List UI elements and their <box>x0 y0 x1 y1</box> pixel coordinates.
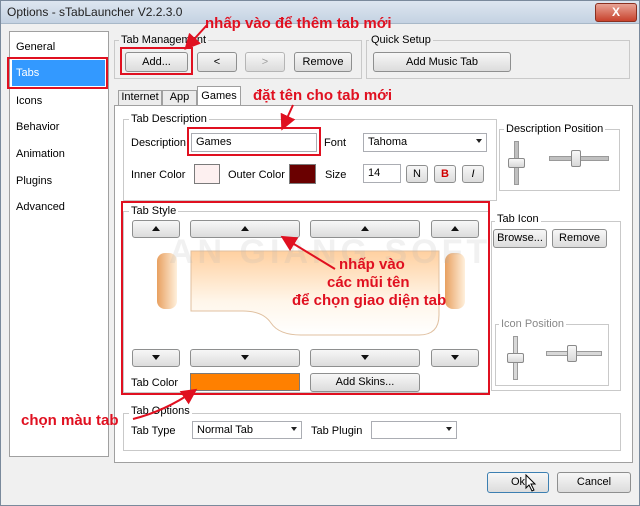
sidebar-item-animation[interactable]: Animation <box>16 148 65 160</box>
description-vertical-thumb[interactable] <box>508 158 525 168</box>
icon-position-label: Icon Position <box>499 318 566 330</box>
sidebar-item-general[interactable]: General <box>16 41 55 53</box>
previous-tab-button[interactable]: < <box>197 52 237 72</box>
window-title: Options - sTabLauncher V2.2.3.0 <box>7 5 183 19</box>
chevron-down-icon <box>476 139 482 143</box>
font-label: Font <box>324 137 347 149</box>
size-label: Size <box>325 169 347 181</box>
sidebar-item-advanced[interactable]: Advanced <box>16 201 65 213</box>
category-list: General Tabs Icons Behavior Animation Pl… <box>9 31 109 457</box>
tab-icon-label: Tab Icon <box>495 213 541 225</box>
browse-icon-button[interactable]: Browse... <box>493 229 547 248</box>
sidebar-item-icons[interactable]: Icons <box>16 95 42 107</box>
next-tab-button[interactable]: > <box>245 52 285 72</box>
sidebar-item-plugins[interactable]: Plugins <box>16 175 52 187</box>
tab-management-label: Tab Management <box>119 34 208 46</box>
quick-setup-label: Quick Setup <box>369 34 433 46</box>
annotation-arrows-line1: nhấp vào <box>339 256 405 273</box>
tab-options-label: Tab Options <box>129 405 192 417</box>
inner-color-swatch[interactable] <box>194 164 220 184</box>
close-button[interactable]: X <box>595 3 637 22</box>
tab-type-value: Normal Tab <box>197 424 254 436</box>
mouse-cursor-icon <box>525 474 537 492</box>
tab-games[interactable]: Games <box>197 86 241 106</box>
cancel-button[interactable]: Cancel <box>557 472 631 493</box>
bold-button[interactable]: B <box>434 165 456 183</box>
options-window: Options - sTabLauncher V2.2.3.0 X Genera… <box>0 0 640 506</box>
remove-tab-button[interactable]: Remove <box>294 52 352 72</box>
highlight-tabs-item <box>7 57 108 89</box>
highlight-description <box>187 127 321 156</box>
ok-button[interactable]: Ok <box>487 472 549 493</box>
highlight-add-button <box>120 47 193 75</box>
sidebar-item-behavior[interactable]: Behavior <box>16 121 59 133</box>
close-icon: X <box>611 5 620 19</box>
icon-horizontal-thumb[interactable] <box>567 345 577 362</box>
annotation-tab-color: chọn màu tab <box>21 412 119 429</box>
normal-style-button[interactable]: N <box>406 165 428 183</box>
description-label: Description <box>131 137 187 149</box>
remove-icon-button[interactable]: Remove <box>552 229 607 248</box>
add-music-tab-button[interactable]: Add Music Tab <box>373 52 511 72</box>
icon-vertical-thumb[interactable] <box>507 353 524 363</box>
annotation-arrows-line3: để chọn giao diện tab <box>292 292 447 309</box>
font-select[interactable]: Tahoma <box>363 133 487 152</box>
description-horizontal-thumb[interactable] <box>571 150 581 167</box>
tab-internet[interactable]: Internet <box>118 90 162 105</box>
description-position-label: Description Position <box>504 123 606 135</box>
outer-color-swatch[interactable] <box>289 164 316 184</box>
tab-plugin-label: Tab Plugin <box>311 425 363 437</box>
font-select-value: Tahoma <box>368 136 408 148</box>
annotation-name-tab: đặt tên cho tab mới <box>253 87 393 104</box>
tab-plugin-select[interactable] <box>371 421 457 439</box>
outer-color-label: Outer Color <box>228 169 285 181</box>
tab-description-label: Tab Description <box>129 113 209 125</box>
italic-button[interactable]: I <box>462 165 484 183</box>
chevron-down-icon <box>291 427 297 431</box>
chevron-down-icon <box>446 427 452 431</box>
annotation-add-tab: nhấp vào để thêm tab mới <box>205 15 392 32</box>
size-input[interactable]: 14 <box>363 164 401 183</box>
tab-type-select[interactable]: Normal Tab <box>192 421 302 439</box>
annotation-arrows-line2: các mũi tên <box>327 274 410 291</box>
tab-type-label: Tab Type <box>131 425 176 437</box>
inner-color-label: Inner Color <box>131 169 186 181</box>
tab-app[interactable]: App <box>162 90 197 105</box>
